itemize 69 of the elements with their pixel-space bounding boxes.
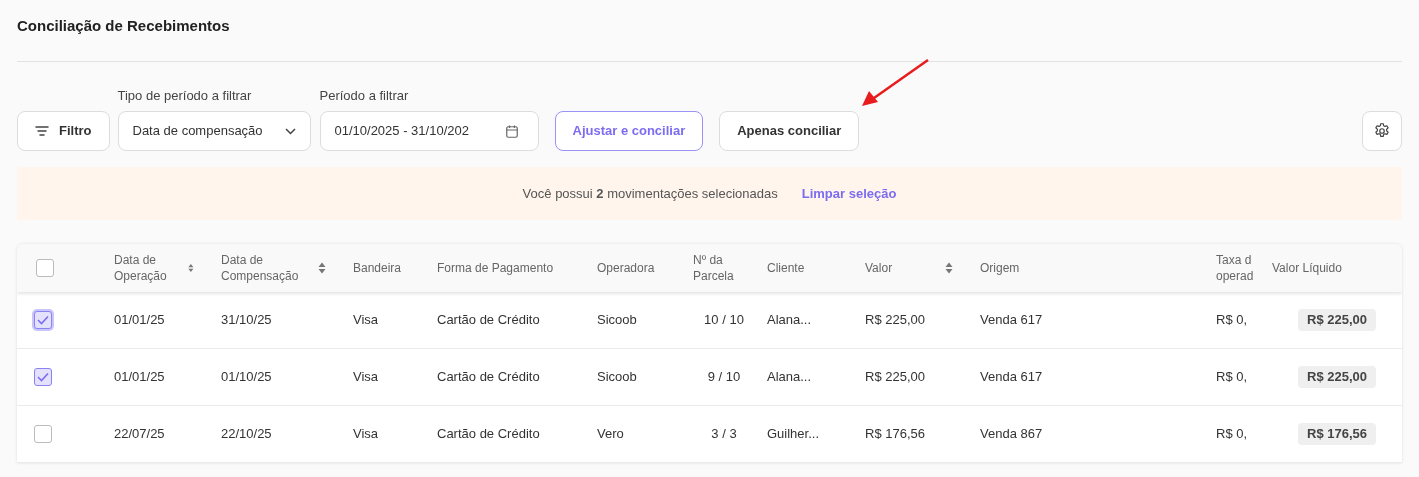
table-cell: Visa xyxy=(353,369,379,385)
date-range-field[interactable]: 01/10/2025 - 31/10/202 xyxy=(319,111,539,151)
checkmark-icon xyxy=(37,372,49,382)
table-cell: Sicoob xyxy=(597,312,637,328)
table-cell: 22/10/25 xyxy=(221,426,272,442)
page-title: Conciliação de Recebimentos xyxy=(17,16,230,37)
table-cell-text: 10 / 10 xyxy=(704,311,744,330)
table-cell: 31/10/25 xyxy=(221,312,272,328)
table-cell: R$ 0, xyxy=(1216,426,1248,442)
select-all-checkbox[interactable] xyxy=(36,259,54,277)
column-header: Bandeira xyxy=(353,260,402,276)
adjust-reconcile-button[interactable]: Ajustar e conciliar xyxy=(554,111,704,151)
amount-badge: R$ 176,56 xyxy=(1298,423,1376,445)
table-cell: Alana... xyxy=(767,369,812,385)
table-cell-text: 9 / 10 xyxy=(707,368,741,387)
column-header: Cliente xyxy=(767,260,805,276)
table-cell: Guilher... xyxy=(767,426,820,442)
filter-icon xyxy=(35,125,49,137)
table-cell-text: 3 / 3 xyxy=(711,425,737,444)
column-header: Operadora xyxy=(597,260,655,276)
column-header: Forma de Pagamento xyxy=(437,260,554,276)
selection-message: Você possui 2 movimentações selecionadas xyxy=(522,184,778,203)
column-header: Taxa d operad xyxy=(1216,252,1255,284)
table-cell: Venda 617 xyxy=(980,369,1043,385)
sort-icon xyxy=(318,262,326,274)
table-cell: Cartão de Crédito xyxy=(437,426,540,442)
table-cell: R$ 225,00 xyxy=(865,369,925,385)
table-cell: Sicoob xyxy=(597,369,637,385)
table-cell: 01/01/25 xyxy=(114,369,165,385)
checkmark-icon xyxy=(37,315,49,325)
column-header[interactable]: Data de Compensação xyxy=(221,252,326,284)
chevron-down-icon xyxy=(284,127,296,135)
table-cell: R$ 0, xyxy=(1216,369,1248,385)
table-cell: Alana... xyxy=(767,312,812,328)
table-cell: 01/01/25 xyxy=(114,312,165,328)
column-header: Nº da Parcela xyxy=(693,252,735,284)
column-header[interactable]: Valor xyxy=(865,260,953,276)
table-cell: Vero xyxy=(597,426,624,442)
clear-selection-link[interactable]: Limpar seleção xyxy=(801,183,897,204)
table-cell: R$ 225,00 xyxy=(865,312,925,328)
settings-icon xyxy=(1373,122,1391,140)
sort-icon xyxy=(945,262,953,274)
field-label: Período a filtrar xyxy=(319,86,410,105)
period-type-dropdown[interactable]: Data de compensação xyxy=(117,111,311,151)
table-cell: Venda 867 xyxy=(980,426,1043,442)
column-header: Valor Líquido xyxy=(1272,260,1342,276)
table-cell: R$ 0, xyxy=(1216,312,1248,328)
amount-badge: R$ 225,00 xyxy=(1298,366,1376,388)
table-cell: Cartão de Crédito xyxy=(437,369,540,385)
filter-button[interactable]: Filtro xyxy=(17,111,110,151)
table-cell: Visa xyxy=(353,426,379,442)
table-cell: R$ 176,56 xyxy=(865,426,925,442)
field-label: Tipo de período a filtrar xyxy=(117,86,253,105)
column-header[interactable]: Data de Operação xyxy=(114,252,194,284)
calendar-icon xyxy=(505,124,518,138)
table-cell: 01/10/25 xyxy=(221,369,272,385)
reconcile-button[interactable]: Apenas conciliar xyxy=(719,111,860,151)
row-checkbox[interactable] xyxy=(34,368,52,386)
settings-button[interactable] xyxy=(1362,111,1402,151)
column-header: Origem xyxy=(980,260,1020,276)
sort-icon xyxy=(188,262,194,274)
table-cell: Visa xyxy=(353,312,379,328)
table-row[interactable]: 22/07/25 22/10/25 Visa Cartão de Crédito Vero 3 / 3 Guilher... R$ 176,56 Venda 867 R$ 0, R$ 176,56 xyxy=(17,406,1402,463)
amount-badge: R$ 225,00 xyxy=(1298,309,1376,331)
table-row[interactable]: 01/01/25 01/10/25 Visa Cartão de Crédito Sicoob 9 / 10 Alana... R$ 225,00 Venda 617 R$ 0, R$ 225,00 xyxy=(17,349,1402,406)
table-cell: Venda 617 xyxy=(980,312,1043,328)
table-cell: 22/07/25 xyxy=(114,426,165,442)
row-checkbox[interactable] xyxy=(34,425,52,443)
table-cell: Cartão de Crédito xyxy=(437,312,540,328)
